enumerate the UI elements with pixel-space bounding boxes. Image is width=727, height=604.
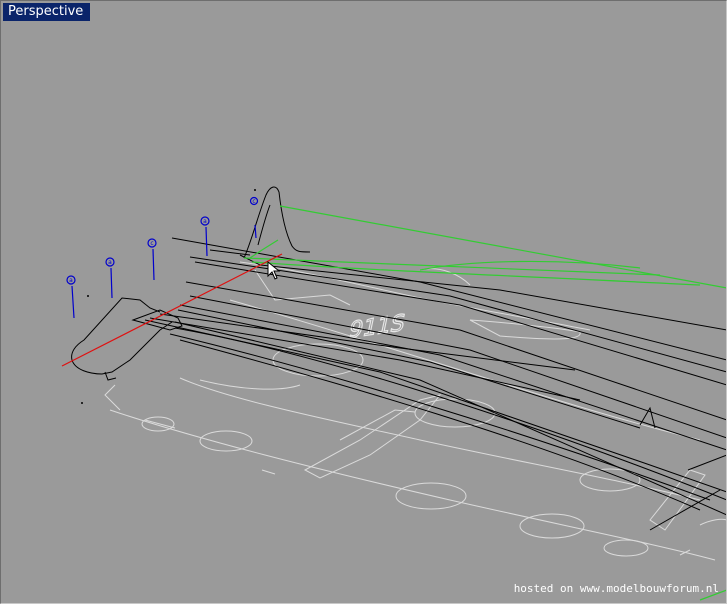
watermark-text: hosted on www.modelbouwforum.nl [513,582,719,595]
point-marker-label: a [203,218,207,225]
construction-curve [243,257,661,276]
perspective-viewport[interactable]: 911S a a c a c Perspective hosted on www… [0,0,727,604]
front-section[interactable] [71,297,183,381]
stray-point [81,402,83,404]
trace-outline [144,419,176,429]
section-curve [189,295,727,439]
point-markers[interactable] [66,196,259,319]
point-marker-stem [254,224,257,239]
stray-point [87,295,89,297]
construction-curves[interactable] [243,205,727,601]
mouse-cursor [267,260,281,280]
section-curve [174,327,727,501]
trace-outline [303,394,442,479]
point-marker-labels: a a c a c [69,198,256,284]
point-marker-label: c [150,240,153,247]
point-marker-label: c [252,198,255,205]
point-marker-label: a [108,259,112,266]
background-trace [104,261,727,561]
trace-outline [199,379,301,390]
x-axis-line [61,253,283,367]
front-outline [71,321,173,375]
trace-hole [199,430,253,452]
point-marker-stem [205,226,208,257]
point-marker-label: a [69,277,73,284]
viewport-title[interactable]: Perspective [3,3,91,21]
trace-outline [104,384,121,411]
point-marker-stem [110,267,113,299]
section-curve [687,454,727,471]
cursor-arrow [267,260,281,280]
trace-outline [261,469,276,475]
trace-outline [679,549,691,556]
model-scene[interactable]: 911S a a c a c [0,0,727,604]
trace-outline [229,299,701,441]
trace-outline [699,518,727,526]
stray-point [254,189,256,191]
trace-outline [179,377,701,501]
point-marker-stem [152,248,155,281]
section-curve [171,237,727,361]
front-outline [71,297,161,361]
construction-curve [249,239,279,259]
stray-points [81,189,256,404]
section-curve [179,304,727,451]
point-marker-stem [71,285,75,319]
